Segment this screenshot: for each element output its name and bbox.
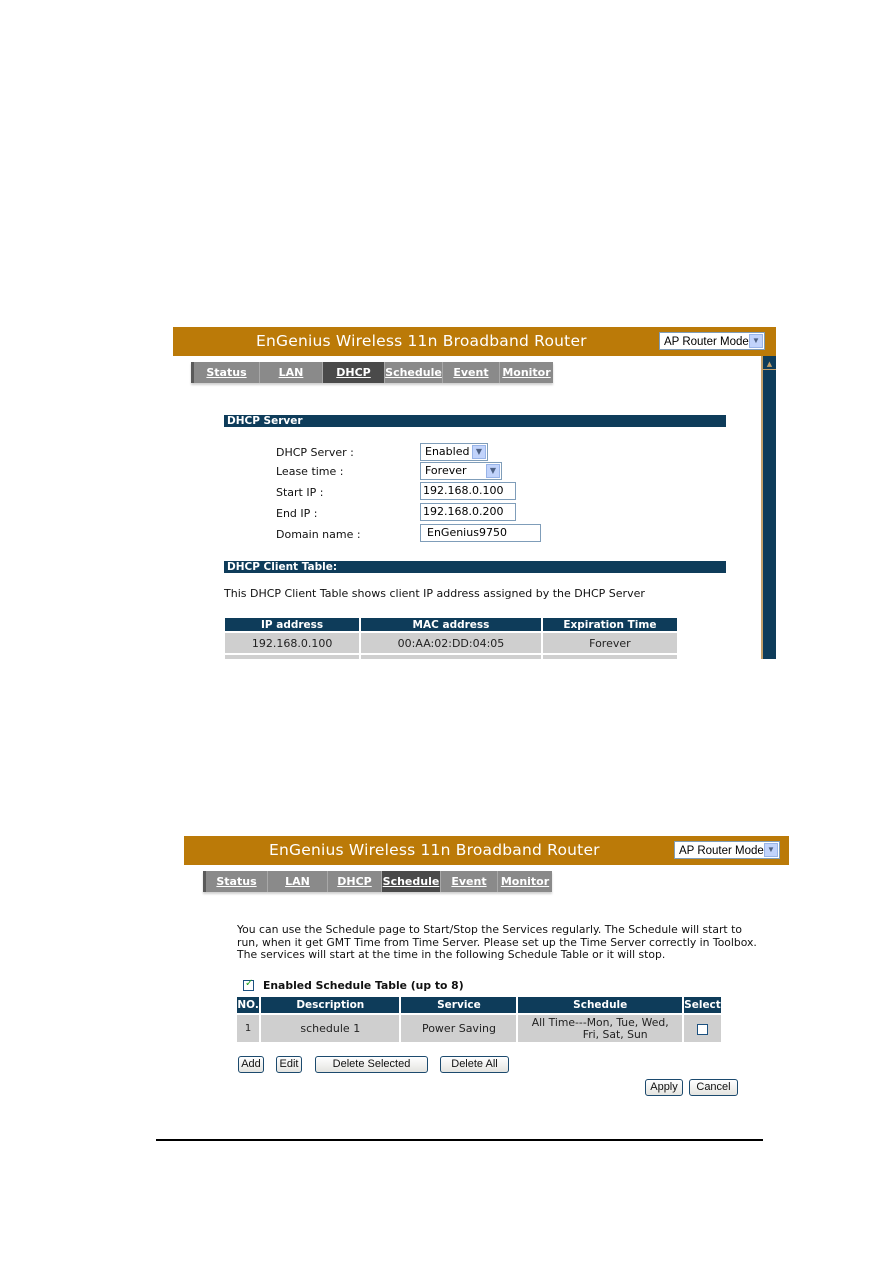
delete-selected-button[interactable]: Delete Selected [315, 1056, 428, 1073]
tab-dhcp[interactable]: DHCP [327, 871, 381, 892]
mode-select[interactable]: AP Router Mode ▼ [659, 332, 765, 350]
dhcp-server-section-header: DHCP Server [224, 415, 726, 427]
enable-schedule-label: Enabled Schedule Table (up to 8) [263, 979, 464, 992]
cell-service: Power Saving [401, 1015, 517, 1042]
empty-cell [225, 655, 360, 659]
footer-divider [156, 1139, 763, 1141]
tab-schedule[interactable]: Schedule [381, 871, 440, 892]
end-ip-label: End IP : [276, 507, 318, 520]
mode-select-value: AP Router Mode [679, 845, 764, 857]
column-header-schedule: Schedule [518, 997, 682, 1013]
column-header-description: Description [261, 997, 400, 1013]
domain-name-input[interactable]: EnGenius9750 [420, 524, 541, 542]
router-title: EnGenius Wireless 11n Broadband Router [256, 332, 587, 350]
end-ip-input[interactable]: 192.168.0.200 [420, 503, 516, 521]
dhcp-client-table-section-header: DHCP Client Table: [224, 561, 726, 573]
cell-mac: 00:AA:02:DD:04:05 [361, 633, 541, 653]
tab-event-log[interactable]: Event Log [440, 871, 497, 909]
cell-ip: 192.168.0.100 [225, 633, 360, 653]
mode-select[interactable]: AP Router Mode ▼ [674, 841, 780, 859]
chevron-down-icon: ▼ [486, 464, 500, 478]
lease-time-select-value: Forever [425, 464, 467, 477]
header-bar: EnGenius Wireless 11n Broadband Router A… [184, 836, 789, 865]
dhcp-server-select-value: Enabled [425, 445, 470, 458]
dhcp-page-screenshot: EnGenius Wireless 11n Broadband Router A… [173, 327, 776, 659]
nav-tabs: Status LAN DHCP Schedule Event Log Monit… [191, 362, 553, 400]
description-line-1: You can use the Schedule page to Start/S… [237, 923, 742, 936]
schedule-line-1: All Time---Mon, Tue, Wed, [531, 1015, 669, 1029]
start-ip-label: Start IP : [276, 486, 324, 499]
column-header-mac: MAC address [361, 618, 541, 631]
empty-cell [542, 655, 677, 659]
scroll-up-arrow-icon[interactable]: ▲ [763, 359, 776, 370]
domain-name-label: Domain name : [276, 528, 361, 541]
schedule-description: You can use the Schedule page to Start/S… [237, 923, 757, 962]
chevron-down-icon: ▼ [749, 334, 763, 348]
nav-tabs: Status LAN DHCP Schedule Event Log Monit… [203, 871, 552, 909]
cell-schedule: All Time---Mon, Tue, Wed, Fri, Sat, Sun [518, 1015, 682, 1042]
enable-schedule-checkbox[interactable] [243, 978, 254, 991]
cell-description: schedule 1 [261, 1015, 400, 1042]
chevron-down-icon: ▼ [472, 445, 486, 459]
client-table-description: This DHCP Client Table shows client IP a… [224, 587, 645, 600]
tab-dhcp[interactable]: DHCP [322, 362, 384, 383]
description-line-3: The services will start at the time in t… [237, 948, 666, 961]
column-header-select: Select [683, 997, 721, 1013]
column-header-no: NO. [237, 997, 260, 1013]
cell-expiration: Forever [542, 633, 677, 653]
dhcp-server-label: DHCP Server : [276, 446, 354, 459]
router-title: EnGenius Wireless 11n Broadband Router [269, 841, 600, 859]
tab-event-log[interactable]: Event Log [442, 362, 499, 400]
lease-time-label: Lease time : [276, 465, 344, 478]
scrollbar[interactable]: ▲ [761, 356, 776, 659]
tab-status[interactable]: Status [203, 871, 267, 892]
schedule-table: NO. Description Service Schedule Select … [235, 995, 723, 1044]
tab-monitor[interactable]: Monitor [499, 362, 553, 383]
empty-cell [361, 655, 541, 659]
table-row: 192.168.0.100 00:AA:02:DD:04:05 Forever [225, 633, 677, 653]
schedule-line-2: Fri, Sat, Sun [582, 1027, 648, 1041]
table-row-partial [225, 655, 677, 659]
delete-all-button[interactable]: Delete All [440, 1056, 509, 1073]
tab-lan[interactable]: LAN [267, 871, 327, 892]
row-select-checkbox[interactable] [696, 1023, 708, 1035]
tab-lan[interactable]: LAN [259, 362, 322, 383]
dhcp-client-table: IP address MAC address Expiration Time 1… [223, 616, 679, 659]
tab-status[interactable]: Status [191, 362, 259, 383]
start-ip-input[interactable]: 192.168.0.100 [420, 482, 516, 500]
column-header-ip: IP address [225, 618, 360, 631]
cancel-button[interactable]: Cancel [689, 1079, 738, 1096]
lease-time-select[interactable]: Forever ▼ [420, 462, 502, 480]
add-button[interactable]: Add [238, 1056, 264, 1073]
cell-select [683, 1015, 721, 1042]
mode-select-value: AP Router Mode [664, 336, 749, 348]
dhcp-server-select[interactable]: Enabled ▼ [420, 443, 488, 461]
cell-no: 1 [237, 1015, 260, 1042]
table-row: 1 schedule 1 Power Saving All Time---Mon… [237, 1015, 721, 1042]
schedule-page-screenshot: EnGenius Wireless 11n Broadband Router A… [184, 836, 789, 1108]
column-header-service: Service [401, 997, 517, 1013]
header-bar: EnGenius Wireless 11n Broadband Router A… [173, 327, 776, 356]
edit-button[interactable]: Edit [276, 1056, 302, 1073]
apply-button[interactable]: Apply [645, 1079, 683, 1096]
column-header-expiration: Expiration Time [542, 618, 677, 631]
tab-schedule[interactable]: Schedule [384, 362, 442, 383]
chevron-down-icon: ▼ [764, 843, 778, 857]
tab-monitor[interactable]: Monitor [497, 871, 552, 892]
